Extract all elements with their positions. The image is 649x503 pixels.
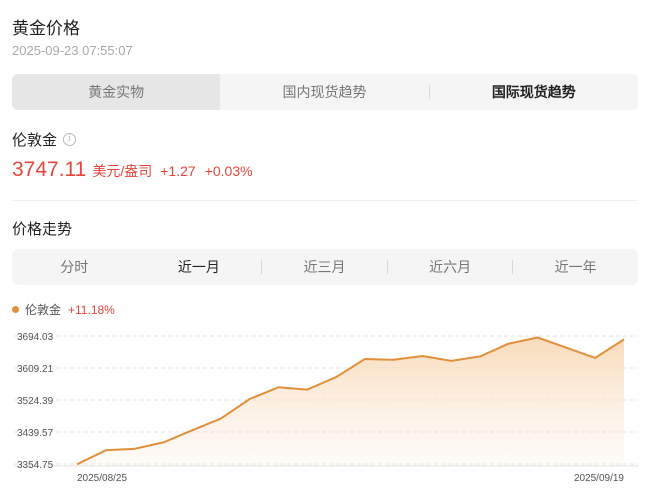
legend-series-name: 伦敦金 [25,303,62,317]
tab-gold-physical[interactable]: 黄金实物 [12,74,221,110]
category-tabs: 黄金实物 国内现货趋势 国际现货趋势 [12,74,638,110]
legend-dot-icon [12,306,19,313]
tab-domestic-spot[interactable]: 国内现货趋势 [220,74,428,110]
trend-title: 价格走势 [12,221,73,238]
page-title: 黄金价格 [12,19,80,38]
info-icon[interactable]: i [63,133,77,146]
y-tick-label: 3524.39 [17,396,54,407]
quote-unit: 美元/盎司 [92,163,153,179]
range-tab-6-months[interactable]: 近六月 [388,249,513,285]
range-tab-3-months[interactable]: 近三月 [262,249,387,285]
chart-legend: 伦敦金 +11.18% [12,301,115,318]
range-tab-1-year[interactable]: 近一年 [513,249,638,285]
legend-change-pct: +11.18% [68,302,115,317]
range-tab-intraday[interactable]: 分时 [12,249,137,285]
quote-name: 伦敦金 [12,132,58,149]
x-tick-label: 2025/09/19 [574,473,624,484]
quote-price-row: 3747.11 美元/盎司 +1.27 +0.03% [12,158,253,182]
update-timestamp: 2025-09-23 07:55:07 [12,43,133,58]
quote-header: 伦敦金 i [12,129,77,150]
series-area [77,337,624,466]
quote-change: +1.27 [160,163,196,179]
quote-change-pct: +0.03% [204,163,253,179]
y-tick-label: 3354.75 [17,460,54,471]
range-tabs: 分时 近一月 近三月 近六月 近一年 [12,249,638,285]
x-tick-label: 2025/08/25 [77,473,127,484]
tab-international-spot[interactable]: 国际现货趋势 [430,74,638,110]
y-tick-label: 3439.57 [17,428,54,439]
y-tick-label: 3694.03 [17,332,54,343]
price-trend-chart[interactable]: 3694.03 3609.21 3524.39 3439.57 3354.75 2025… [0,322,649,492]
y-tick-label: 3609.21 [17,364,54,375]
section-divider [12,200,638,201]
quote-price: 3747.11 [12,158,87,181]
range-tab-1-month[interactable]: 近一月 [137,249,262,285]
